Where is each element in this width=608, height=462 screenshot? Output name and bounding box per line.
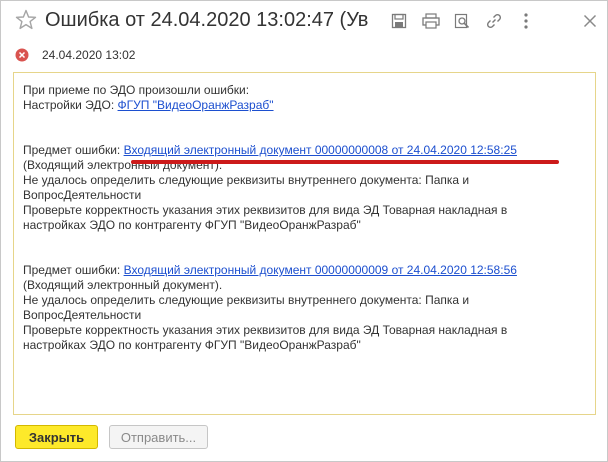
settings-line: Настройки ЭДО: ФГУП "ВидеоОранжРазраб" — [23, 98, 586, 113]
close-icon[interactable] — [579, 10, 601, 32]
message-date: 24.04.2020 13:02 — [42, 48, 136, 62]
error-2-line-2: Не удалось определить следующие реквизит… — [23, 293, 470, 307]
intro-line: При приеме по ЭДО произошли ошибки: — [23, 83, 250, 97]
error-1-line-3: ВопросДеятельности — [23, 188, 142, 202]
error-2-line-1: (Входящий электронный документ). — [23, 278, 223, 292]
title-bar: Ошибка от 24.04.2020 13:02:47 (Ув — [1, 1, 607, 41]
close-button[interactable]: Закрыть — [15, 425, 98, 449]
preview-icon[interactable] — [451, 10, 473, 32]
settings-link[interactable]: ФГУП "ВидеоОранжРазраб" — [118, 98, 274, 112]
subject-label-1: Предмет ошибки: — [23, 143, 121, 157]
subject-label-2: Предмет ошибки: — [23, 263, 121, 277]
error-dialog-window: Ошибка от 24.04.2020 13:02:47 (Ув 24.04.… — [0, 0, 608, 462]
star-icon[interactable] — [14, 8, 38, 32]
date-line: 24.04.2020 13:02 — [15, 47, 135, 63]
error-2-line-5: настройках ЭДО по контрагенту ФГУП "Виде… — [23, 338, 361, 352]
error-2-line-4: Проверьте корректность указания этих рек… — [23, 323, 508, 337]
error-1-line-2: Не удалось определить следующие реквизит… — [23, 173, 470, 187]
link-icon[interactable] — [483, 10, 505, 32]
more-icon[interactable] — [515, 10, 537, 32]
save-icon[interactable] — [388, 10, 410, 32]
error-1-line-4: Проверьте корректность указания этих рек… — [23, 203, 508, 217]
highlight-underline — [131, 160, 559, 164]
error-1-line-5: настройках ЭДО по контрагенту ФГУП "Виде… — [23, 218, 361, 232]
send-button[interactable]: Отправить... — [109, 425, 208, 449]
settings-label: Настройки ЭДО: — [23, 98, 115, 112]
error-subject-line-1: Предмет ошибки: Входящий электронный док… — [23, 143, 586, 158]
error-2-line-3: ВопросДеятельности — [23, 308, 142, 322]
print-icon[interactable] — [420, 10, 442, 32]
window-title: Ошибка от 24.04.2020 13:02:47 (Ув — [45, 9, 369, 31]
error-icon — [15, 48, 29, 62]
document-link-2[interactable]: Входящий электронный документ 0000000000… — [124, 263, 517, 277]
error-subject-line-2: Предмет ошибки: Входящий электронный док… — [23, 263, 586, 278]
document-link-1[interactable]: Входящий электронный документ 0000000000… — [124, 143, 517, 157]
message-text-area[interactable]: При приеме по ЭДО произошли ошибки: Наст… — [13, 72, 596, 415]
